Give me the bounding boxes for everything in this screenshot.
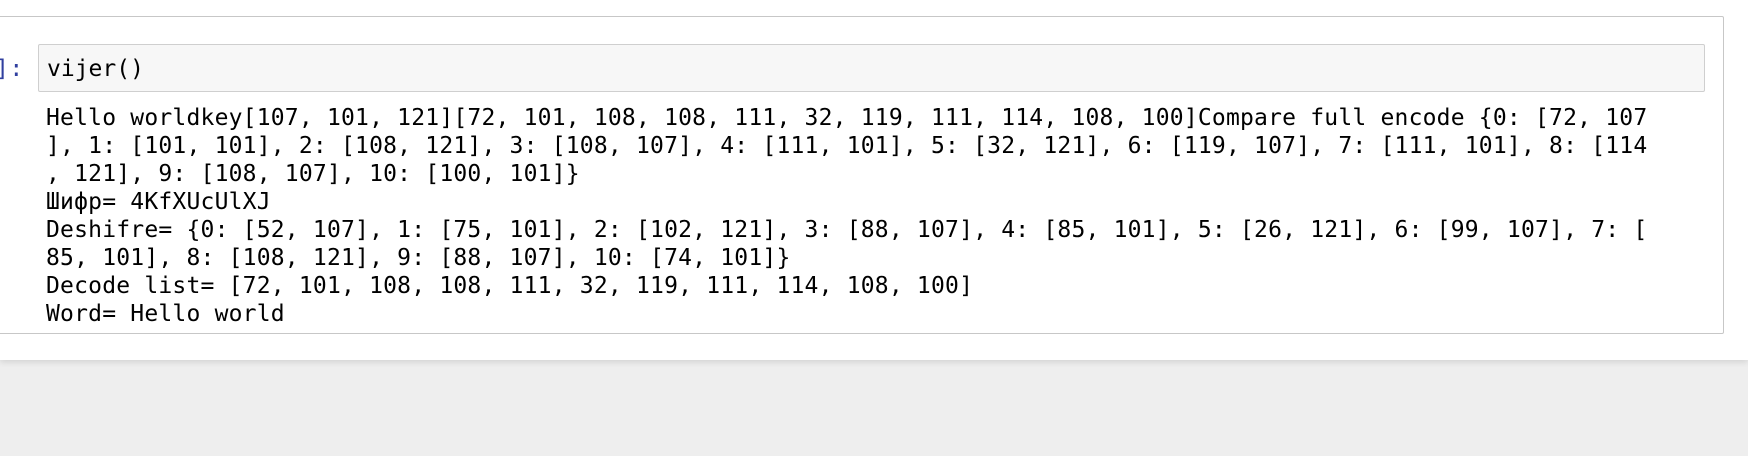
output-line: Decode list= [72, 101, 108, 108, 111, 32… <box>46 273 974 299</box>
output-line: Deshifre= {0: [52, 107], 1: [75, 101], 2… <box>46 217 1648 243</box>
cell-output: Hello worldkey[107, 101, 121][72, 101, 1… <box>46 104 1696 329</box>
code-input-area[interactable]: vijer() <box>38 44 1705 92</box>
output-line: Hello worldkey[107, 101, 121][72, 101, 1… <box>46 105 1648 131</box>
output-line: , 121], 9: [108, 107], 10: [100, 101]} <box>46 161 580 187</box>
output-line: Шифр= 4KfXUcUlXJ <box>46 189 271 215</box>
output-line: 85, 101], 8: [108, 121], 9: [88, 107], 1… <box>46 245 791 271</box>
output-line: Word= Hello world <box>46 301 285 327</box>
execution-prompt: ]: <box>0 56 24 82</box>
code-cell[interactable]: ]: vijer() Hello worldkey[107, 101, 121]… <box>0 16 1724 334</box>
code-line[interactable]: vijer() <box>47 55 144 83</box>
output-line: ], 1: [101, 101], 2: [108, 121], 3: [108… <box>46 133 1648 159</box>
notebook-page: ]: vijer() Hello worldkey[107, 101, 121]… <box>0 0 1748 360</box>
